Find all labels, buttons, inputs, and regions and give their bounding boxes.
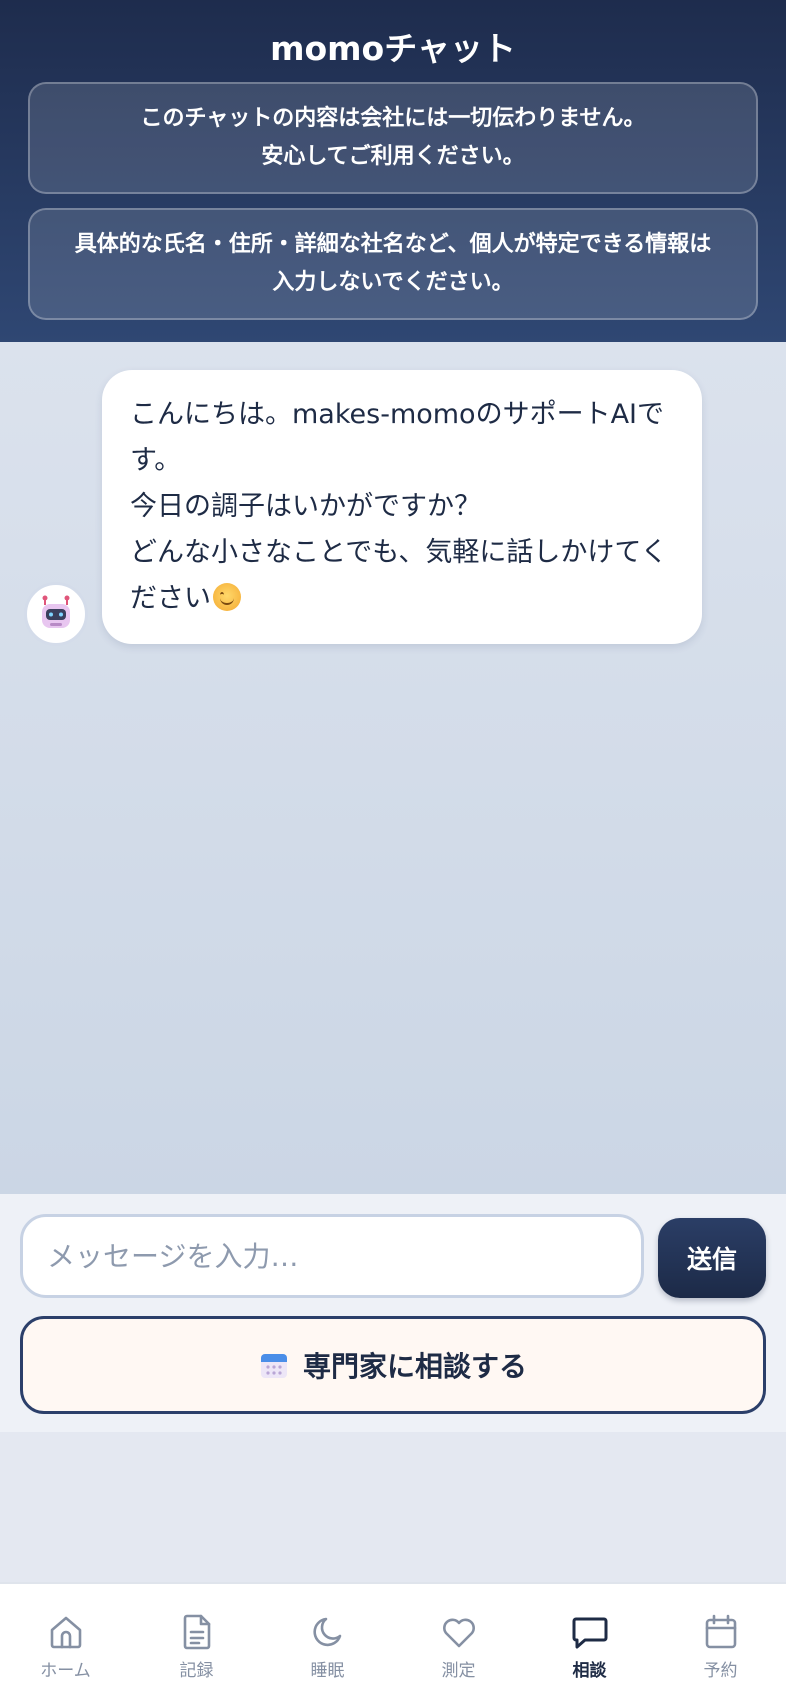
- smiling-face-icon: [213, 583, 241, 611]
- composer: 送信 専門家に相談する: [0, 1194, 786, 1432]
- nav-label: ホーム: [40, 1661, 91, 1681]
- notice-line: 入力しないでください。: [272, 270, 514, 295]
- content-spacer: [0, 1432, 786, 1582]
- nav-label: 測定: [441, 1661, 476, 1681]
- page-title: momoチャット: [270, 29, 516, 68]
- message-text: どんな小さなことでも、気軽に話しかけてください: [130, 537, 668, 614]
- notice-line: 安心してご利用ください。: [261, 144, 525, 169]
- consult-expert-label: 専門家に相談する: [302, 1350, 527, 1383]
- notice-line: 具体的な氏名・住所・詳細な社名など、個人が特定できる情報は: [74, 232, 712, 257]
- nav-item-records[interactable]: 記録: [131, 1584, 262, 1704]
- consult-expert-button[interactable]: 専門家に相談する: [20, 1316, 766, 1414]
- moon-icon: [312, 1617, 341, 1647]
- nav-item-sleep[interactable]: 睡眠: [262, 1584, 393, 1704]
- nav-label: 記録: [179, 1661, 214, 1681]
- nav-label: 相談: [572, 1661, 607, 1681]
- privacy-notice: このチャットの内容は会社には一切伝わりません。 安心してご利用ください。: [28, 82, 758, 194]
- send-button[interactable]: 送信: [658, 1218, 766, 1298]
- nav-item-booking[interactable]: 予約: [655, 1584, 786, 1704]
- bot-message-bubble: こんにちは。makes-momoのサポートAIです。 今日の調子はいかがですか？…: [102, 370, 702, 644]
- notice-line: このチャットの内容は会社には一切伝わりません。: [140, 106, 646, 131]
- header: momoチャット このチャットの内容は会社には一切伝わりません。 安心してご利用…: [0, 0, 786, 342]
- message-line: 今日の調子はいかがですか？: [130, 491, 481, 522]
- nav-label: 睡眠: [310, 1661, 345, 1681]
- bottom-nav: ホーム 記録 睡眠 測定 相談 予約: [0, 1582, 786, 1704]
- document-icon: [183, 1614, 210, 1650]
- message-line: こんにちは。makes-momoのサポートAIです。: [130, 399, 665, 476]
- heart-icon: [442, 1618, 475, 1648]
- chat-messages[interactable]: こんにちは。makes-momoのサポートAIです。 今日の調子はいかがですか？…: [0, 342, 786, 1194]
- nav-item-consult[interactable]: 相談: [524, 1584, 655, 1704]
- robot-icon: [42, 595, 70, 628]
- message-line: どんな小さなことでも、気軽に話しかけてください: [130, 530, 676, 622]
- message-input[interactable]: [20, 1214, 644, 1298]
- home-icon: [50, 1616, 81, 1649]
- chat-screen: momoチャット このチャットの内容は会社には一切伝わりません。 安心してご利用…: [0, 0, 786, 1704]
- chat-bubble-icon: [572, 1617, 607, 1649]
- nav-item-home[interactable]: ホーム: [0, 1584, 131, 1704]
- nav-label: 予約: [703, 1661, 738, 1681]
- calendar-icon: [260, 1354, 287, 1378]
- calendar-icon: [705, 1614, 736, 1649]
- bot-avatar: [24, 582, 88, 646]
- personal-info-warning: 具体的な氏名・住所・詳細な社名など、個人が特定できる情報は 入力しないでください…: [28, 208, 758, 320]
- nav-item-measure[interactable]: 測定: [393, 1584, 524, 1704]
